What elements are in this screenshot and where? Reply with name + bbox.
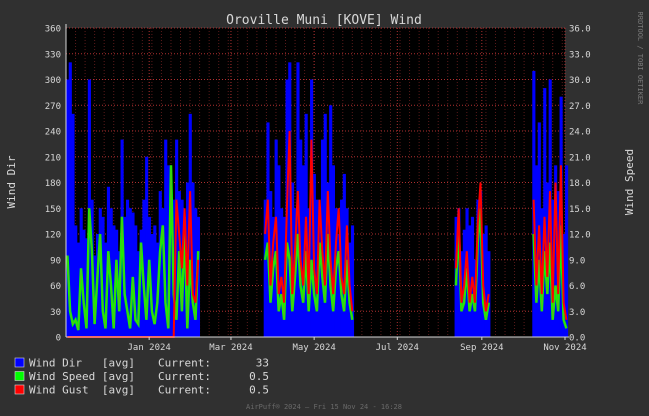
- y2-tick-label: 33.0: [569, 50, 591, 60]
- chart-window: 0 30 60 90 120 150 180 210 240 270 300 330 360 0.0 3.0…: [0, 0, 649, 416]
- y2-tick-label: 27.0: [569, 102, 591, 112]
- y2-tick-label: 18.0: [569, 179, 591, 189]
- y2-tick-label: 15.0: [569, 205, 591, 215]
- legend-label: Wind Gust [avg]: [29, 384, 135, 397]
- chart-title: Oroville Muni [KOVE] Wind: [226, 13, 422, 28]
- legend-current-value: 0.5: [249, 384, 269, 397]
- y-tick-label: 120: [45, 231, 61, 241]
- y-tick-label: 180: [45, 179, 61, 189]
- y-tick-label: 240: [45, 128, 61, 138]
- y2-tick-label: 6.0: [569, 282, 585, 292]
- footer: AirPuff® 2024 — Fri 15 Nov 24 - 16:28: [246, 403, 402, 411]
- legend-swatch: [14, 384, 25, 395]
- y2-tick-label: 36.0: [569, 25, 591, 35]
- y-axis-label: Wind Dir: [5, 155, 18, 208]
- y-tick-label: 60: [50, 282, 61, 292]
- x-tick-label: Mar 2024: [209, 343, 252, 353]
- y-tick-label: 330: [45, 50, 61, 60]
- y-tick-label: 0: [56, 334, 61, 344]
- y-tick-label: 210: [45, 153, 61, 163]
- wind-dir-bar: [350, 225, 355, 337]
- y2-tick-label: 0.0: [569, 334, 585, 344]
- y2-tick-label: 3.0: [569, 308, 585, 318]
- y-tick-label: 360: [45, 25, 61, 35]
- y2-tick-label: 21.0: [569, 153, 591, 163]
- y-tick-label: 300: [45, 76, 61, 86]
- x-tick-label: Jan 2024: [127, 343, 170, 353]
- legend-swatch: [14, 357, 25, 368]
- watermark: RRDTOOL / TOBI OETIKER: [636, 12, 644, 106]
- x-tick-label: Nov 2024: [543, 343, 586, 353]
- legend-current-value: 33: [256, 357, 269, 370]
- legend: Wind Dir [avg] Current: 33 Wind Speed [avg]…: [14, 357, 269, 397]
- legend-current-label: Current:: [158, 357, 211, 370]
- y-tick-label: 150: [45, 205, 61, 215]
- wind-dir-bar: [71, 113, 75, 337]
- legend-current-label: Current:: [158, 370, 211, 383]
- x-tick-label: May 2024: [292, 343, 335, 353]
- x-tick-label: Sep 2024: [460, 343, 503, 353]
- y2-axis-label: Wind Speed: [623, 149, 636, 215]
- y2-tick-label: 24.0: [569, 128, 591, 138]
- x-tick-label: Jul 2024: [376, 343, 419, 353]
- legend-current-value: 0.5: [249, 370, 269, 383]
- wind-dir-bar: [543, 88, 547, 337]
- y-tick-label: 270: [45, 102, 61, 112]
- wind-dir-bar: [484, 225, 488, 337]
- y2-tick-label: 12.0: [569, 231, 591, 241]
- y2-tick-label: 9.0: [569, 256, 585, 266]
- wind-chart: 0 30 60 90 120 150 180 210 240 270 300 330 360 0.0 3.0…: [5, 12, 644, 411]
- legend-label: Wind Speed [avg]: [29, 370, 135, 383]
- legend-label: Wind Dir [avg]: [29, 357, 135, 370]
- y-tick-label: 90: [50, 256, 61, 266]
- legend-swatch: [14, 371, 25, 381]
- y2-tick-label: 30.0: [569, 76, 591, 86]
- y-tick-label: 30: [50, 308, 61, 318]
- legend-current-label: Current:: [158, 384, 211, 397]
- wind-dir-bar: [131, 212, 135, 337]
